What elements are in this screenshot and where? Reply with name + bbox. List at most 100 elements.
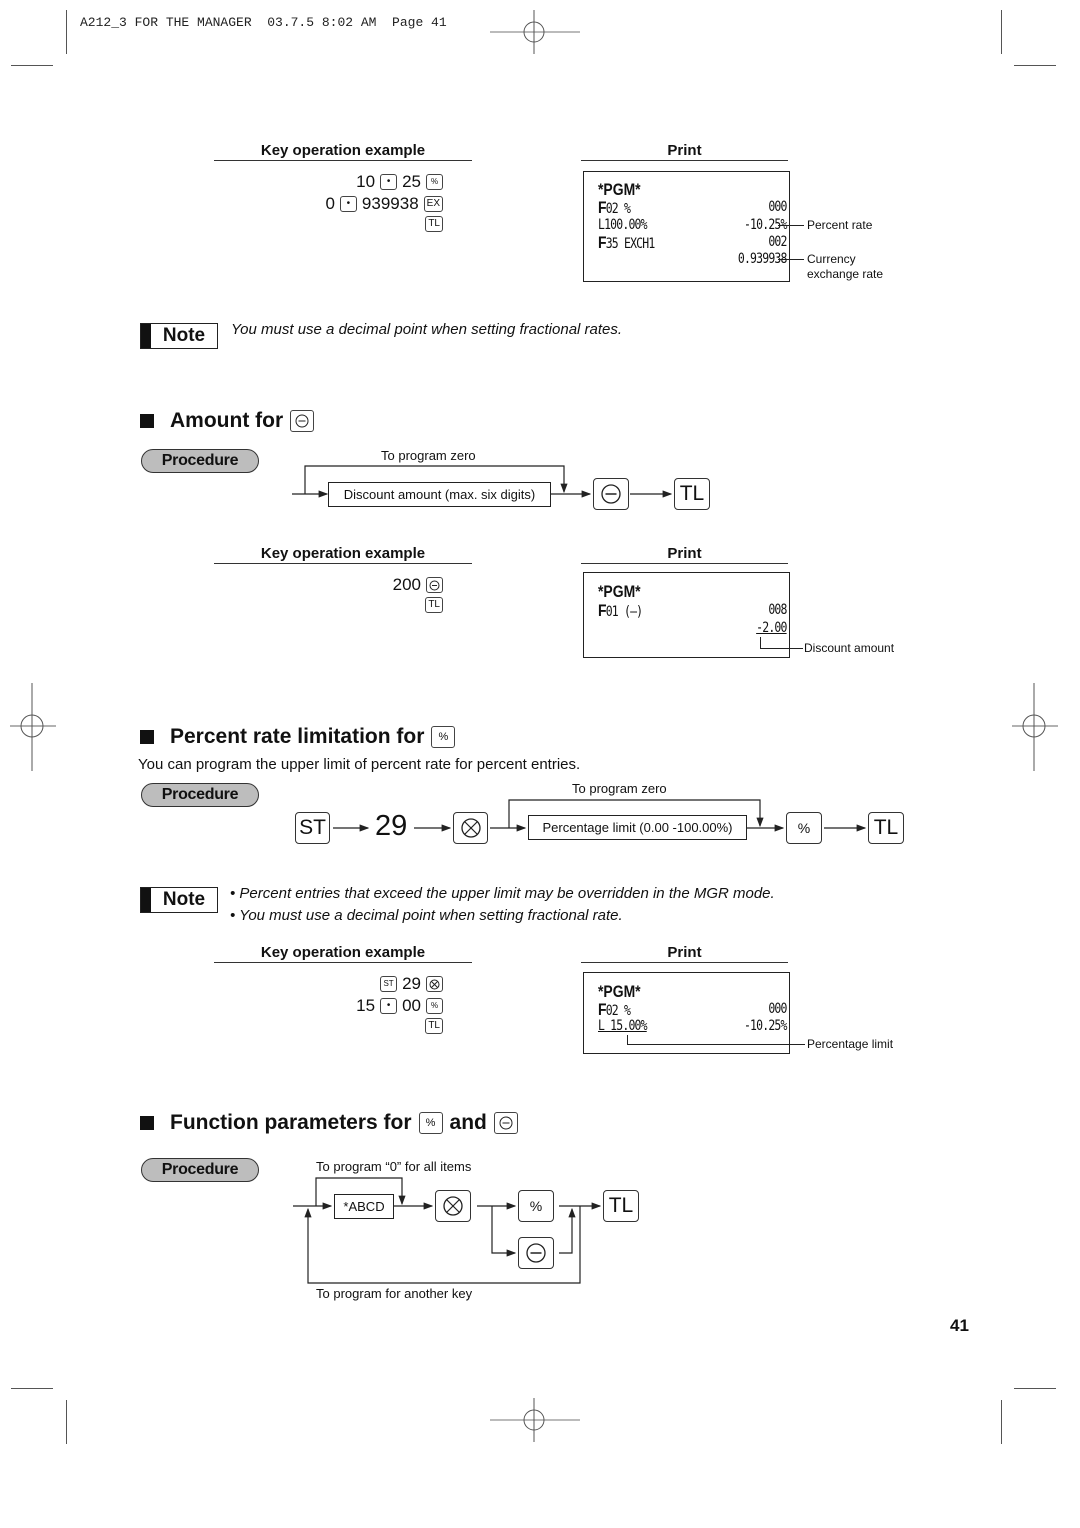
leader-line — [627, 1044, 805, 1045]
leader-line — [778, 259, 804, 260]
crop-mark — [1014, 1388, 1056, 1389]
key-operation-title: Key operation example — [214, 142, 472, 161]
registration-mark-icon — [490, 10, 580, 54]
leader-line — [627, 1035, 628, 1044]
procedure-badge: Procedure — [141, 783, 259, 807]
crop-mark — [1014, 65, 1056, 66]
decimal-key: • — [339, 196, 357, 212]
multiply-key-icon — [453, 812, 488, 844]
crop-mark — [11, 65, 53, 66]
loop-label: To program “0” for all items — [316, 1159, 472, 1174]
key-text: 939938 — [361, 194, 419, 213]
registration-mark-icon — [1012, 683, 1058, 771]
procedure-badge: Procedure — [141, 449, 259, 473]
page-number: 41 — [950, 1316, 969, 1335]
note-badge: Note — [140, 887, 218, 913]
decimal-key: • — [380, 174, 398, 190]
key-text: 25 — [402, 172, 421, 191]
tl-key: TL — [868, 812, 904, 844]
abcd-box: *ABCD — [334, 1194, 394, 1219]
minus-key-icon — [426, 577, 443, 593]
percent-key: % — [518, 1190, 554, 1222]
key-sequence-line: 15 • 00% — [356, 996, 443, 1016]
ex-key: EX — [423, 196, 443, 212]
percent-rate-label: Percent rate — [807, 218, 873, 232]
section-title-function-params: Function parameters for % and — [140, 1111, 518, 1135]
receipt-row: 0.939938 — [737, 251, 788, 267]
minus-key-icon — [518, 1237, 554, 1269]
loop-label: To program for another key — [316, 1286, 473, 1301]
receipt-header: *PGM* — [598, 582, 641, 601]
print-receipt: *PGM* F02 % 000 L 15.00% -10.25% — [583, 972, 790, 1054]
registration-mark-icon — [10, 683, 56, 771]
receipt-row: F01 (—) 008 — [598, 601, 787, 620]
note-text: You must use a decimal point when settin… — [231, 321, 623, 338]
section-title-amount: Amount for — [140, 409, 315, 433]
section-description: You can program the upper limit of perce… — [138, 756, 581, 773]
print-title: Print — [581, 142, 788, 161]
discount-amount-box: Discount amount (max. six digits) — [328, 482, 551, 507]
key-text: 00 — [402, 996, 421, 1015]
bullet-square-icon — [140, 1116, 154, 1130]
note-bullet: • You must use a decimal point when sett… — [230, 907, 623, 924]
note-bullet: • Percent entries that exceed the upper … — [230, 885, 775, 902]
receipt-header: *PGM* — [598, 982, 641, 1001]
procedure-badge: Procedure — [141, 1158, 259, 1182]
leader-line — [778, 225, 804, 226]
key-operation-title: Key operation example — [214, 944, 472, 963]
multiply-key-icon — [435, 1190, 471, 1222]
section-title-percent-limit: Percent rate limitation for % — [140, 725, 456, 749]
crop-mark — [66, 10, 67, 54]
print-title: Print — [581, 944, 788, 963]
bullet-square-icon — [140, 414, 154, 428]
print-receipt: *PGM* F01 (—) 008 -2.00 — [583, 572, 790, 658]
tl-key: TL — [425, 597, 443, 613]
key-sequence-line: TL — [425, 216, 443, 232]
key-text: 10 — [356, 172, 376, 191]
receipt-row: L 15.00% -10.25% — [598, 1018, 787, 1034]
percentage-limit-label: Percentage limit — [807, 1037, 894, 1051]
percent-key-icon: % — [431, 726, 456, 748]
receipt-row: F02 % 000 — [598, 198, 787, 217]
st-key: ST — [295, 812, 330, 844]
key-sequence-line: ST 29 — [380, 974, 443, 994]
key-sequence-line: 0 • 939938 EX — [325, 194, 443, 214]
receipt-header: *PGM* — [598, 180, 641, 199]
registration-mark-icon — [490, 1398, 580, 1442]
key-text: 200 — [392, 575, 421, 594]
multiply-key-icon — [426, 976, 443, 992]
key-operation-title: Key operation example — [214, 545, 472, 564]
tl-key: TL — [603, 1190, 639, 1222]
currency-rate-label: Currency exchange rate — [807, 252, 884, 281]
minus-key-icon — [290, 410, 315, 432]
percentage-limit-box: Percentage limit (0.00 -100.00%) — [528, 815, 747, 840]
print-receipt: *PGM* F02 % 000 L100.00% -10.25% F35 EXCH1… — [583, 171, 790, 282]
minus-key-icon — [493, 1112, 518, 1134]
minus-key-icon — [593, 478, 629, 510]
decimal-key: • — [380, 998, 398, 1014]
tl-key: TL — [674, 478, 710, 510]
tl-key: TL — [425, 216, 443, 232]
key-text: 29 — [402, 974, 421, 993]
st-key: ST — [380, 976, 398, 992]
key-sequence-line: 200 — [393, 575, 443, 595]
print-title: Print — [581, 545, 788, 564]
key-sequence-line: TL — [425, 1018, 443, 1034]
loop-label: To program zero — [381, 448, 476, 463]
crop-mark — [1001, 1400, 1002, 1444]
bullet-square-icon — [140, 730, 154, 744]
note-badge: Note — [140, 323, 218, 349]
loop-label: To program zero — [572, 781, 667, 796]
receipt-row: L100.00% -10.25% — [598, 217, 787, 233]
leader-line — [760, 637, 761, 648]
percent-key: % — [426, 174, 443, 190]
discount-amount-label: Discount amount — [804, 641, 895, 655]
print-job-header: A212_3 FOR THE MANAGER 03.7.5 8:02 AM Pa… — [80, 15, 447, 30]
tl-key: TL — [425, 1018, 443, 1034]
key-text: 0 — [325, 194, 335, 213]
receipt-row: -2.00 — [756, 620, 787, 636]
crop-mark — [1001, 10, 1002, 54]
percent-key-icon: % — [418, 1112, 443, 1134]
percent-key: % — [426, 998, 443, 1014]
key-text: 15 — [356, 996, 376, 1015]
